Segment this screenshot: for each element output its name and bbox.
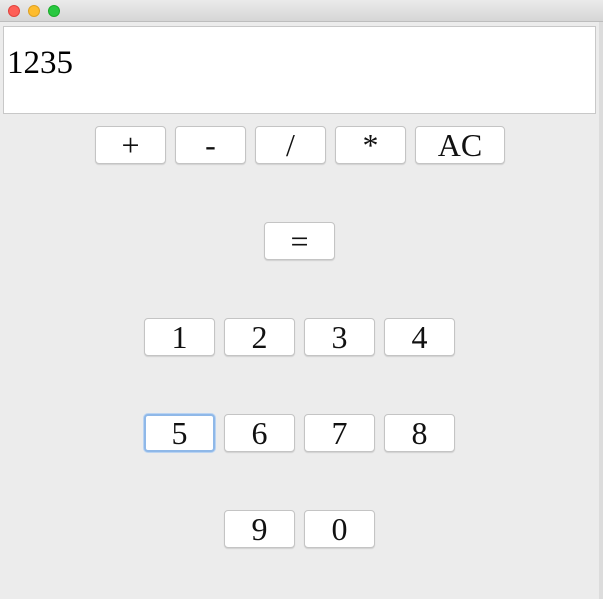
maximize-icon[interactable] [48, 5, 60, 17]
digit-6-button[interactable]: 6 [224, 414, 295, 452]
display-value: 1235 [7, 45, 73, 81]
multiply-button[interactable]: * [335, 126, 406, 164]
subtract-button[interactable]: - [175, 126, 246, 164]
close-icon[interactable] [8, 5, 20, 17]
calculator-display: 1235 [3, 26, 596, 114]
equals-button[interactable]: = [264, 222, 335, 260]
digit-7-button[interactable]: 7 [304, 414, 375, 452]
minimize-icon[interactable] [28, 5, 40, 17]
digit-3-button[interactable]: 3 [304, 318, 375, 356]
digit-5-button[interactable]: 5 [144, 414, 215, 452]
digit-4-button[interactable]: 4 [384, 318, 455, 356]
clear-button[interactable]: AC [415, 126, 505, 164]
digit-8-button[interactable]: 8 [384, 414, 455, 452]
add-button[interactable]: + [95, 126, 166, 164]
title-bar [0, 0, 603, 22]
digit-9-button[interactable]: 9 [224, 510, 295, 548]
digit-0-button[interactable]: 0 [304, 510, 375, 548]
digit-2-button[interactable]: 2 [224, 318, 295, 356]
divide-button[interactable]: / [255, 126, 326, 164]
digit-1-button[interactable]: 1 [144, 318, 215, 356]
window-edge [599, 22, 603, 599]
